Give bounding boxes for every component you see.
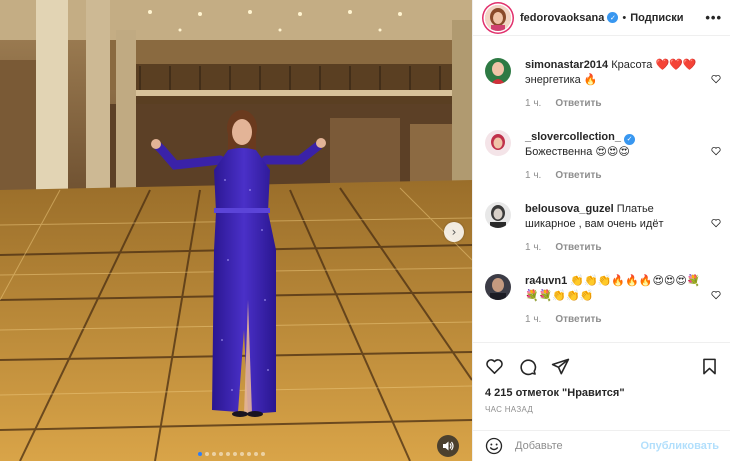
- carousel-dot: [205, 452, 209, 456]
- action-icons: [473, 343, 730, 381]
- bookmark-icon[interactable]: [700, 357, 719, 376]
- comment-username[interactable]: belousova_guzel: [525, 203, 614, 215]
- post-side-panel: fedorovaoksana ✓ • Подписки ••• simonast…: [472, 0, 730, 461]
- comment-bubble-icon[interactable]: [518, 357, 537, 376]
- publish-button[interactable]: Опубликовать: [640, 440, 719, 452]
- add-comment-bar: Добавьте Опубликовать: [473, 430, 730, 461]
- commenter-avatar[interactable]: [485, 130, 511, 156]
- commenter-avatar[interactable]: [485, 58, 511, 84]
- carousel-dot: [247, 452, 251, 456]
- following-button[interactable]: Подписки: [630, 12, 683, 24]
- comment-meta: 1 ч. Ответить: [525, 240, 701, 255]
- reply-button[interactable]: Ответить: [555, 242, 601, 253]
- post-video-frame: [0, 0, 472, 461]
- commenter-avatar[interactable]: [485, 274, 511, 300]
- post-actions: 4 215 отметок "Нравится" ЧАС НАЗАД: [473, 342, 730, 414]
- carousel-dot: [226, 452, 230, 456]
- commenter-avatar[interactable]: [485, 202, 511, 228]
- carousel-dot: [219, 452, 223, 456]
- reply-button[interactable]: Ответить: [555, 170, 601, 181]
- comment-age: 1 ч.: [525, 170, 542, 181]
- carousel-dot: [233, 452, 237, 456]
- share-send-icon[interactable]: [551, 357, 570, 376]
- post-header: fedorovaoksana ✓ • Подписки •••: [473, 0, 730, 36]
- like-comment-heart-icon[interactable]: [711, 290, 721, 300]
- chevron-right-icon[interactable]: ›: [444, 222, 464, 242]
- carousel-dot: [198, 452, 202, 456]
- comment-age: 1 ч.: [525, 242, 542, 253]
- comment-username[interactable]: _slovercollection_: [525, 131, 621, 143]
- likes-count[interactable]: 4 215 отметок "Нравится": [473, 387, 730, 399]
- comment-age: 1 ч.: [525, 98, 542, 109]
- instagram-post-view: › fedorovaoksana ✓ • Подписки ••• simona…: [0, 0, 730, 461]
- like-comment-heart-icon[interactable]: [711, 218, 721, 228]
- like-comment-heart-icon[interactable]: [711, 74, 721, 84]
- more-options-icon[interactable]: •••: [705, 10, 722, 25]
- carousel-dot: [254, 452, 258, 456]
- like-heart-icon[interactable]: [485, 357, 504, 376]
- reply-button[interactable]: Ответить: [555, 98, 601, 109]
- emoji-smiley-icon[interactable]: [485, 437, 503, 455]
- reply-button[interactable]: Ответить: [555, 314, 601, 325]
- author-avatar[interactable]: [485, 4, 511, 31]
- post-media[interactable]: ›: [0, 0, 472, 461]
- post-timestamp: ЧАС НАЗАД: [485, 405, 534, 414]
- carousel-dot: [240, 452, 244, 456]
- comment-item: belousova_guzel Платье шикарное , вам оч…: [473, 190, 730, 262]
- comment-item: ra4uvn1 👏👏👏🔥🔥🔥😍😍😍💐💐💐👏👏👏 1 ч. Ответить: [473, 262, 730, 334]
- verified-icon: ✓: [624, 134, 635, 145]
- comment-item: simonastar2014 Красота ❤️❤️❤️ энергетика…: [473, 46, 730, 118]
- comment-username[interactable]: ra4uvn1: [525, 275, 567, 287]
- speaker-icon[interactable]: [437, 435, 459, 457]
- like-comment-heart-icon[interactable]: [711, 146, 721, 156]
- comment-input[interactable]: Добавьте: [515, 440, 563, 452]
- comment-text: Божественна 😍😍😍: [525, 146, 630, 158]
- comment-age: 1 ч.: [525, 314, 542, 325]
- carousel-indicator: [198, 452, 265, 456]
- comment-item: _slovercollection_ ✓ Божественна 😍😍😍 1 ч.…: [473, 118, 730, 190]
- comments-list[interactable]: simonastar2014 Красота ❤️❤️❤️ энергетика…: [473, 46, 730, 342]
- verified-icon: ✓: [607, 12, 619, 23]
- author-username[interactable]: fedorovaoksana: [520, 12, 604, 24]
- carousel-dot: [261, 452, 265, 456]
- comment-meta: 1 ч. Ответить: [525, 96, 701, 111]
- separator-dot: •: [622, 11, 627, 24]
- comment-username[interactable]: simonastar2014: [525, 59, 608, 71]
- comment-meta: 1 ч. Ответить: [525, 168, 701, 183]
- comment-meta: 1 ч. Ответить: [525, 312, 701, 327]
- carousel-dot: [212, 452, 216, 456]
